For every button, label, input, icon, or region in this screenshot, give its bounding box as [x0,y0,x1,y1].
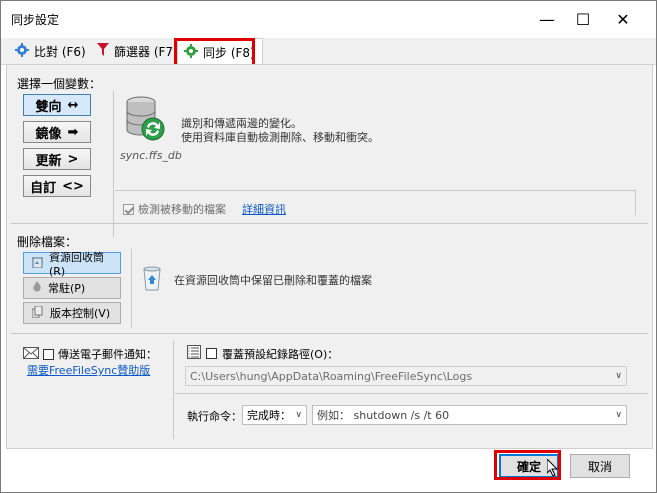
stacked-files-icon [31,305,44,321]
variant-divider [113,91,114,237]
gear-green-icon [184,43,198,61]
email-divider [173,341,174,439]
section-divider-1 [11,223,648,224]
maximize-button[interactable]: ☐ [563,5,603,33]
cancel-button[interactable]: 取消 [570,454,630,478]
gear-blue-icon [15,42,29,60]
chevron-down-icon: ∨ [615,371,622,381]
variant-custom-button[interactable]: 自訂 <> [23,175,91,197]
minimize-button[interactable]: — [527,5,567,33]
command-input[interactable]: 例如： shutdown /s /t 60 ∨ [312,405,627,425]
detect-moved-check[interactable] [123,203,134,215]
detect-moved-checkbox[interactable]: 檢測被移動的檔案 詳細資訊 [123,201,286,217]
log-divider [175,393,648,394]
database-sync-icon [123,95,167,146]
tab-compare[interactable]: 比對 (F6) [9,39,92,63]
variant-inner-divider-right [635,190,636,215]
deletion-recycle-button[interactable]: 資源回收筒(R) [23,251,121,278]
section-divider-2 [11,333,648,334]
chevron-right-icon: > [67,151,79,167]
tab-sync[interactable]: 同步 (F8) [177,38,263,65]
variant-update-label: 更新 [35,153,62,169]
recycle-large-icon [141,265,163,294]
email-check[interactable] [43,348,54,360]
tab-bar: 比對 (F6) 篩選器 (F7) 同步 (F8) [1,38,656,65]
dialog-window: 同步設定 — ☐ ✕ 比對 (F6) 篩選器 (F7) 同步 (F8) 選擇一個… [0,0,657,493]
tab-filter[interactable]: 篩選器 (F7) [91,39,184,63]
angle-brackets-icon: <> [62,178,84,194]
detect-moved-label: 檢測被移動的檔案 [138,203,226,216]
chevron-down-icon: ∨ [615,410,622,420]
deletion-permanent-label: 常駐(P) [48,282,86,295]
variant-heading: 選擇一個變數： [17,77,102,91]
command-when-value: 完成時： [247,409,291,422]
flame-icon [32,280,42,296]
close-button[interactable]: ✕ [603,5,643,33]
title-bar: 同步設定 — ☐ ✕ [1,1,656,37]
log-list-icon [187,345,201,362]
window-title: 同步設定 [11,13,60,27]
tab-sync-label: 同步 (F8) [203,45,255,60]
sync-panel: 選擇一個變數： 雙向 ↔ 鏡像 ➡ 更新 > 自訂 <> sync.ffs_db… [6,64,653,449]
chevron-down-icon: ∨ [295,410,302,420]
variant-custom-label: 自訂 [30,180,57,196]
db-caption: sync.ffs_db [120,149,182,162]
deletion-recycle-label: 資源回收筒(R) [49,250,104,278]
deletion-description: 在資源回收筒中保留已刪除和覆蓋的檔案 [174,274,372,287]
variant-inner-divider [115,190,636,191]
command-when-select[interactable]: 完成時： ∨ [242,405,307,425]
variant-description-line2: 使用資料庫自動檢測刪除、移動和衝突。 [181,131,379,144]
deletion-heading: 刪除檔案： [17,235,78,249]
tab-compare-label: 比對 (F6) [34,44,86,59]
email-notification-checkbox[interactable]: 傳送電子郵件通知： [23,346,157,362]
filter-icon [97,43,109,59]
log-path-value: C:\Users\hung\AppData\Roaming\FreeFileSy… [190,369,473,383]
override-log-label: 覆蓋預設紀錄路徑(O)： [222,347,339,361]
command-placeholder: 例如： shutdown /s /t 60 [317,409,450,422]
envelope-icon [23,346,39,362]
recycle-bin-icon [32,256,43,271]
deletion-divider [131,249,132,328]
donation-link[interactable]: 需要FreeFileSync贊助版 [27,362,150,378]
log-path-input[interactable]: C:\Users\hung\AppData\Roaming\FreeFileSy… [185,366,627,386]
variant-update-button[interactable]: 更新 > [23,148,91,170]
right-arrow-icon: ➡ [67,124,79,140]
variant-mirror-button[interactable]: 鏡像 ➡ [23,121,91,143]
mouse-cursor-icon [546,457,559,480]
variant-two-way-button[interactable]: 雙向 ↔ [23,94,91,116]
variant-mirror-label: 鏡像 [35,126,62,142]
deletion-versioning-button[interactable]: 版本控制(V) [23,302,121,324]
deletion-permanent-button[interactable]: 常駐(P) [23,277,121,299]
double-arrow-icon: ↔ [67,97,79,113]
override-log-checkbox[interactable]: 覆蓋預設紀錄路徑(O)： [187,345,338,362]
details-link[interactable]: 詳細資訊 [242,201,286,217]
tab-filter-label: 篩選器 (F7) [114,44,178,59]
command-label: 執行命令： [187,410,242,423]
variant-two-way-label: 雙向 [35,99,62,115]
deletion-versioning-label: 版本控制(V) [50,307,111,320]
override-log-check[interactable] [206,348,217,359]
email-label: 傳送電子郵件通知： [58,348,157,361]
